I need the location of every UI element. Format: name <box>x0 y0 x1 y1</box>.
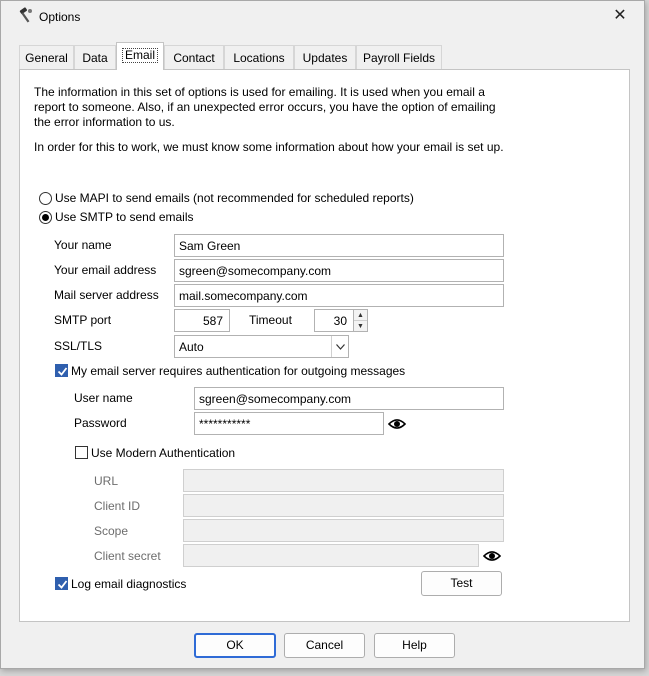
port-field[interactable]: 587 <box>174 309 230 332</box>
smtp-radio[interactable] <box>39 211 52 224</box>
scope-label: Scope <box>94 524 129 538</box>
url-field <box>183 469 504 492</box>
show-secret-eye-icon[interactable] <box>481 545 503 567</box>
ssl-select[interactable]: Auto <box>174 335 349 358</box>
password-field[interactable]: *********** <box>194 412 384 435</box>
server-field[interactable]: mail.somecompany.com <box>174 284 504 307</box>
test-button[interactable]: Test <box>421 571 502 596</box>
server-label: Mail server address <box>54 288 159 302</box>
user-field[interactable]: sgreen@somecompany.com <box>194 387 504 410</box>
tab-updates[interactable]: Updates <box>294 45 356 70</box>
chevron-down-icon[interactable] <box>331 336 348 357</box>
tab-locations[interactable]: Locations <box>224 45 294 70</box>
show-password-eye-icon[interactable] <box>386 413 408 435</box>
spin-down-icon[interactable]: ▼ <box>354 321 367 332</box>
intro-paragraph-1: The information in this set of options i… <box>34 85 496 129</box>
client-secret-field <box>183 544 479 567</box>
options-dialog: Options ✕ General Data Email Contact Loc… <box>0 0 645 669</box>
tab-label: Data <box>82 51 108 65</box>
modern-auth-checkbox[interactable] <box>75 446 88 459</box>
scope-field <box>183 519 504 542</box>
tab-label: General <box>25 51 68 65</box>
intro-paragraph-2: In order for this to work, we must know … <box>34 140 504 154</box>
ssl-label: SSL/TLS <box>54 339 103 353</box>
tab-contact[interactable]: Contact <box>164 45 224 70</box>
ssl-value: Auto <box>179 340 204 354</box>
tab-email[interactable]: Email <box>116 42 164 70</box>
timeout-field[interactable]: 30 <box>314 309 354 332</box>
port-label: SMTP port <box>54 313 112 327</box>
client-id-label: Client ID <box>94 499 141 513</box>
tab-label: Payroll Fields <box>362 51 436 65</box>
name-label: Your name <box>54 238 112 252</box>
email-panel: The information in this set of options i… <box>19 69 630 622</box>
auth-required-label: My email server requires authentication … <box>71 364 406 378</box>
modern-auth-label: Use Modern Authentication <box>91 446 236 460</box>
ok-button[interactable]: OK <box>194 633 276 658</box>
password-label: Password <box>74 416 127 430</box>
log-diagnostics-label: Log email diagnostics <box>71 577 187 591</box>
tab-label: Email <box>121 48 158 63</box>
tab-label: Contact <box>173 51 215 65</box>
log-diagnostics-checkbox[interactable] <box>55 577 68 590</box>
help-button[interactable]: Help <box>374 633 455 658</box>
tab-label: Updates <box>302 51 348 65</box>
mapi-label: Use MAPI to send emails (not recommended… <box>55 191 414 205</box>
title-bar: Options ✕ <box>1 1 644 31</box>
window-title: Options <box>39 10 81 24</box>
name-field[interactable]: Sam Green <box>174 234 504 257</box>
client-id-field <box>183 494 504 517</box>
mapi-radio[interactable] <box>39 192 52 205</box>
spin-up-icon[interactable]: ▲ <box>354 310 367 321</box>
email-label: Your email address <box>54 263 157 277</box>
close-button[interactable]: ✕ <box>602 3 638 29</box>
timeout-spinner[interactable]: ▲ ▼ <box>353 309 368 332</box>
url-label: URL <box>94 474 119 488</box>
app-icon <box>17 7 35 25</box>
tab-payroll-fields[interactable]: Payroll Fields <box>356 45 442 70</box>
tab-label: Locations <box>233 51 285 65</box>
auth-required-checkbox[interactable] <box>55 364 68 377</box>
tab-general[interactable]: General <box>19 45 74 70</box>
client-secret-label: Client secret <box>94 549 161 563</box>
smtp-label: Use SMTP to send emails <box>55 210 194 224</box>
cancel-button[interactable]: Cancel <box>284 633 365 658</box>
tab-data[interactable]: Data <box>74 45 116 70</box>
user-label: User name <box>74 391 133 405</box>
timeout-label: Timeout <box>249 313 292 327</box>
email-field[interactable]: sgreen@somecompany.com <box>174 259 504 282</box>
